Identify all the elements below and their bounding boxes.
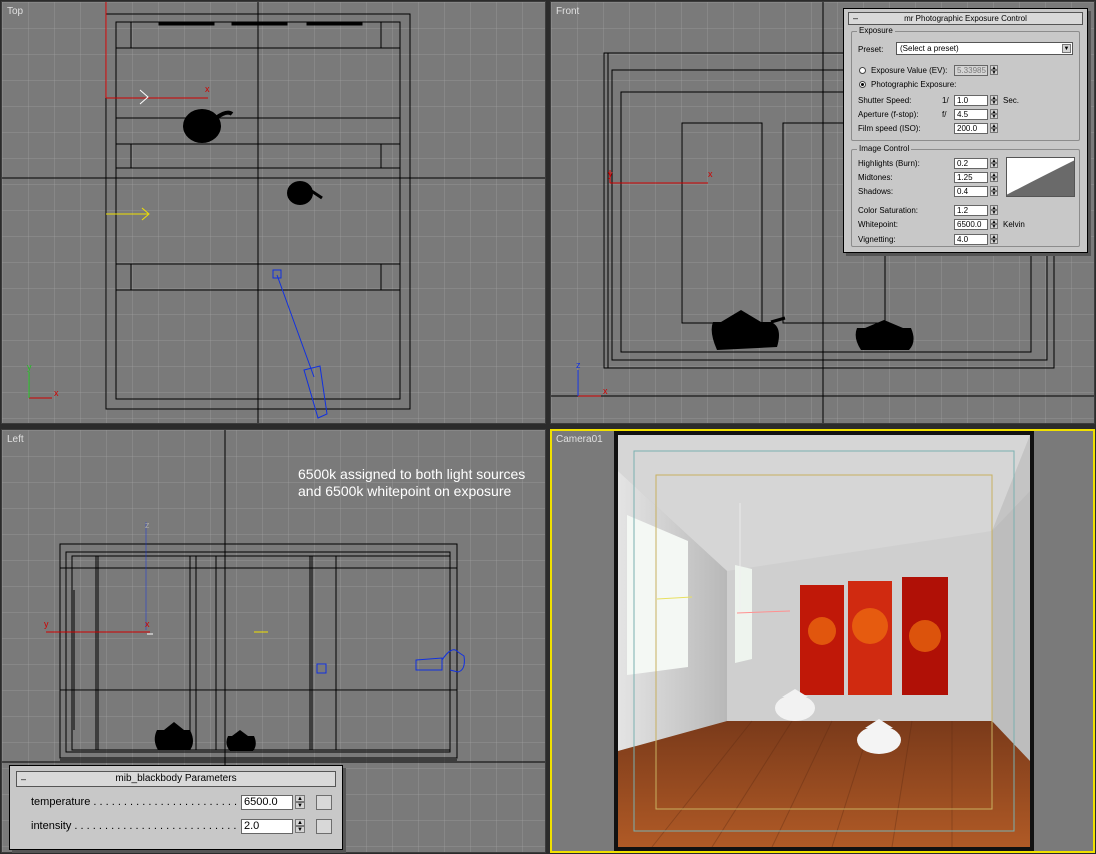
midtones-spinner[interactable]: ▲ ▼ (990, 172, 998, 183)
left-x-marker: x (145, 619, 150, 629)
collapse-icon[interactable]: – (21, 772, 26, 786)
iso-spinner[interactable]: ▲ ▼ (990, 123, 998, 134)
preset-value: (Select a preset) (900, 44, 959, 53)
aperture-field[interactable]: 4.5 (954, 109, 988, 120)
temperature-spinner[interactable]: ▲ ▼ (295, 795, 305, 810)
front-y-marker: y (608, 169, 613, 179)
saturation-field[interactable]: 1.2 (954, 205, 988, 216)
exposure-group: Exposure Preset: (Select a preset) ▼ Exp… (851, 26, 1080, 141)
vignetting-spinner[interactable]: ▲ ▼ (990, 234, 998, 245)
viewport-label-front[interactable]: Front (556, 6, 579, 17)
left-y-marker: y (44, 619, 49, 629)
preset-label: Preset: (858, 45, 884, 54)
whitepoint-field[interactable]: 6500.0 (954, 219, 988, 230)
image-control-group: Image Control Highlights (Burn): 0.2 ▲ ▼ … (851, 144, 1080, 247)
iso-field[interactable]: 200.0 (954, 123, 988, 134)
exposure-group-title: Exposure (857, 26, 895, 35)
highlights-field[interactable]: 0.2 (954, 158, 988, 169)
temperature-map-button[interactable] (316, 795, 332, 810)
intensity-map-button[interactable] (316, 819, 332, 834)
viewport-label-left[interactable]: Left (7, 434, 24, 445)
blackbody-panel[interactable]: – mib_blackbody Parameters temperature .… (9, 765, 343, 850)
shadows-field[interactable]: 0.4 (954, 186, 988, 197)
ev-label: Exposure Value (EV): (871, 66, 948, 75)
temperature-label: temperature . . . . . . . . . . . . . . … (31, 796, 238, 808)
intensity-label: intensity . . . . . . . . . . . . . . . … (31, 820, 237, 832)
front-x-marker: x (708, 169, 713, 179)
top-x-marker: x (205, 84, 210, 94)
intensity-field[interactable]: 2.0 (241, 819, 293, 834)
viewport-camera[interactable]: Camera01 (550, 429, 1095, 853)
exposure-panel-title: mr Photographic Exposure Control (904, 14, 1027, 23)
aperture-spinner[interactable]: ▲ ▼ (990, 109, 998, 120)
axis-x-label: x (54, 388, 59, 398)
tone-curve-graph (1006, 157, 1075, 197)
viewport-label-camera-overlay[interactable]: Camera01 (556, 434, 603, 445)
shadows-label: Shadows: (858, 187, 894, 196)
camera-render-image (552, 431, 1093, 851)
shutter-field[interactable]: 1.0 (954, 95, 988, 106)
blackbody-panel-title: mib_blackbody Parameters (115, 773, 237, 784)
aperture-prefix: f/ (942, 110, 947, 119)
annotation-note: 6500k assigned to both light sources and… (298, 466, 525, 500)
top-view-geometry (2, 2, 545, 423)
blackbody-panel-header[interactable]: – mib_blackbody Parameters (16, 771, 336, 787)
vignetting-field[interactable]: 4.0 (954, 234, 988, 245)
whitepoint-spinner[interactable]: ▲ ▼ (990, 219, 998, 230)
shutter-prefix: 1/ (942, 96, 949, 105)
intensity-spinner[interactable]: ▲ ▼ (295, 819, 305, 834)
axis-y-label: y (27, 362, 32, 372)
shadows-spinner[interactable]: ▲ ▼ (990, 186, 998, 197)
saturation-label: Color Saturation: (858, 206, 919, 215)
chevron-down-icon[interactable]: ▼ (1062, 44, 1071, 53)
midtones-label: Midtones: (858, 173, 893, 182)
vignetting-label: Vignetting: (858, 235, 896, 244)
photographic-radio[interactable] (859, 81, 866, 88)
whitepoint-label: Whitepoint: (858, 220, 899, 229)
iso-label: Film speed (ISO): (858, 124, 921, 133)
axis-gizmo: x z (573, 360, 613, 402)
collapse-icon[interactable]: – (853, 13, 858, 24)
ev-spinner[interactable]: ▲ ▼ (990, 65, 998, 76)
axis-z-label: z (576, 360, 581, 370)
aperture-label: Aperture (f-stop): (858, 110, 919, 119)
ev-radio[interactable] (859, 67, 866, 74)
axis-x-label: x (603, 386, 608, 396)
shutter-label: Shutter Speed: (858, 96, 912, 105)
image-control-title: Image Control (857, 144, 912, 153)
viewport-top[interactable]: Top x y x (1, 1, 546, 424)
viewport-label-top[interactable]: Top (7, 6, 23, 17)
highlights-spinner[interactable]: ▲ ▼ (990, 158, 998, 169)
ev-field[interactable]: 5.33985 (954, 65, 988, 76)
midtones-field[interactable]: 1.25 (954, 172, 988, 183)
shutter-spinner[interactable]: ▲ ▼ (990, 95, 998, 106)
saturation-spinner[interactable]: ▲ ▼ (990, 205, 998, 216)
highlights-label: Highlights (Burn): (858, 159, 920, 168)
temperature-field[interactable]: 6500.0 (241, 795, 293, 810)
exposure-panel-header[interactable]: – mr Photographic Exposure Control (848, 12, 1083, 25)
shutter-unit: Sec. (1003, 96, 1020, 105)
axis-gizmo: x y (24, 362, 64, 404)
left-z-marker: z (145, 520, 150, 530)
annotation-line-1: 6500k assigned to both light sources (298, 466, 526, 482)
annotation-line-2: and 6500k whitepoint on exposure (298, 483, 512, 499)
photographic-label: Photographic Exposure: (871, 80, 957, 89)
whitepoint-unit: Kelvin (1003, 220, 1025, 229)
exposure-control-panel[interactable]: – mr Photographic Exposure Control Expos… (843, 8, 1088, 253)
tone-curve-icon (1006, 159, 1075, 196)
preset-select[interactable]: (Select a preset) ▼ (896, 42, 1073, 55)
